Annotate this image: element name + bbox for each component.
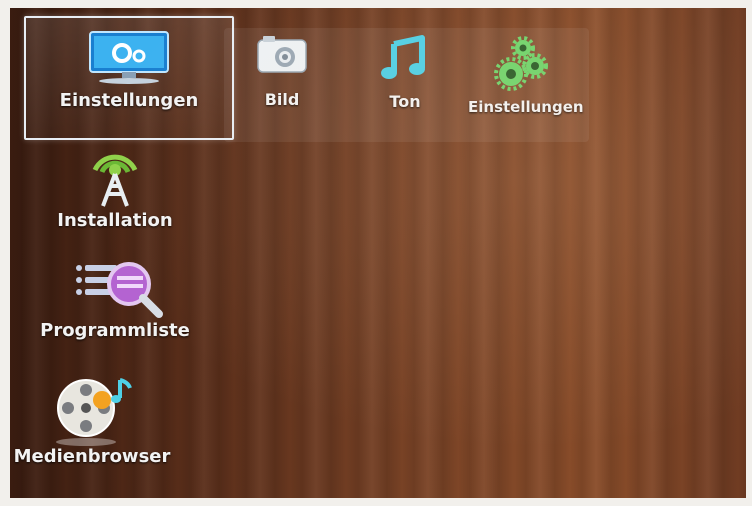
menu-item-label: Ton bbox=[389, 92, 421, 111]
menu-item-einstellungen[interactable]: Einstellungen bbox=[468, 36, 584, 116]
channel-list-search-icon bbox=[30, 254, 200, 318]
menu-item-installation[interactable]: Installation bbox=[50, 142, 180, 231]
menu-item-label: Programmliste bbox=[40, 320, 190, 341]
menu-item-einstellungen-selected[interactable]: Einstellungen bbox=[24, 16, 234, 140]
menu-item-bild[interactable]: Bild bbox=[242, 32, 322, 109]
menu-item-programmliste[interactable]: Programmliste bbox=[30, 254, 200, 341]
music-note-icon bbox=[365, 32, 445, 82]
menu-item-label: Einstellungen bbox=[468, 98, 584, 116]
antenna-tower-icon bbox=[50, 142, 180, 208]
media-reel-icon bbox=[12, 370, 172, 448]
menu-item-label: Installation bbox=[57, 210, 173, 231]
menu-item-medienbrowser[interactable]: Medienbrowser bbox=[12, 370, 172, 467]
tv-screen: Einstellungen Bild Ton Einstellungen Ins… bbox=[10, 8, 746, 498]
camera-icon bbox=[242, 32, 322, 76]
menu-item-label: Einstellungen bbox=[59, 90, 199, 111]
menu-item-label: Bild bbox=[264, 90, 300, 109]
menu-item-label: Medienbrowser bbox=[13, 446, 171, 467]
monitor-settings-icon bbox=[26, 28, 232, 86]
gears-icon bbox=[468, 36, 580, 92]
menu-item-ton[interactable]: Ton bbox=[365, 32, 445, 111]
